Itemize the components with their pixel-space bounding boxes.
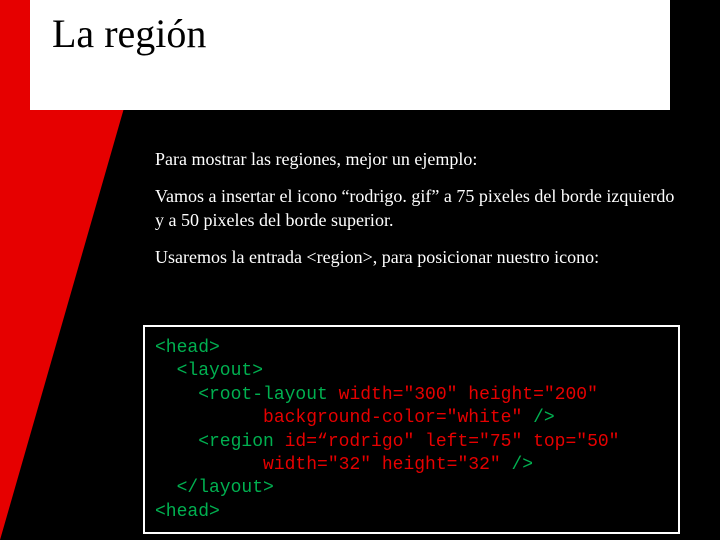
code-layout-open: <layout> <box>155 361 263 381</box>
code-layout-close: </layout> <box>155 478 274 498</box>
code-head-close: <head> <box>155 502 220 522</box>
body-content: Para mostrar las regiones, mejor un ejem… <box>155 148 680 284</box>
code-indent2 <box>155 455 263 475</box>
code-root-layout-tag: <root-layout <box>155 385 339 405</box>
paragraph-1: Para mostrar las regiones, mejor un ejem… <box>155 148 680 171</box>
code-region-close: /> <box>501 455 533 475</box>
code-block: <head> <layout> <root-layout width="300"… <box>143 325 680 534</box>
title-block: La región <box>30 0 670 110</box>
code-head-open: <head> <box>155 338 220 358</box>
code-indent <box>155 408 263 428</box>
code-root-layout-attrs2: background-color="white" <box>263 408 522 428</box>
paragraph-2: Vamos a insertar el icono “rodrigo. gif”… <box>155 185 680 232</box>
slide-title: La región <box>52 10 660 57</box>
code-region-attrs1: id=“rodrigo" left="75" top="50" <box>285 432 620 452</box>
paragraph-3: Usaremos la entrada <region>, para posic… <box>155 246 680 269</box>
code-root-layout-attrs1: width="300" height="200" <box>339 385 598 405</box>
code-region-tag: <region <box>155 432 285 452</box>
code-region-attrs2: width="32" height="32" <box>263 455 501 475</box>
code-root-layout-close: /> <box>522 408 554 428</box>
